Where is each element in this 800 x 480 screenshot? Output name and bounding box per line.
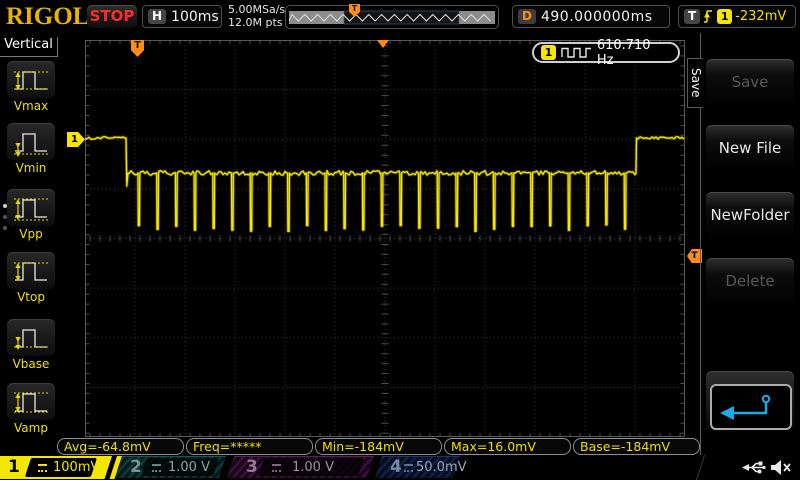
delay-icon: D [518, 9, 536, 24]
memory-depth: 12.0M pts [228, 16, 285, 29]
vmax-button[interactable]: Vmax [7, 61, 55, 113]
vpp-button[interactable]: Vpp [7, 189, 55, 241]
counter-value: 610.710 Hz [597, 38, 671, 68]
vpp-label: Vpp [7, 227, 55, 241]
channel4-number[interactable]: 4 [390, 456, 402, 479]
channel4-coupling-icon [404, 464, 413, 472]
horizontal-delay-box[interactable]: D 490.000000ms [512, 5, 670, 28]
measurement-avg: Avg=-64.8mV [57, 438, 184, 455]
vtop-label: Vtop [7, 290, 55, 304]
trigger-source-badge: 1 [717, 9, 732, 24]
vtop-icon [7, 252, 55, 289]
page-dot [3, 215, 7, 219]
measurement-freq: Freq=***** [186, 438, 313, 455]
vmin-button[interactable]: Vmin [7, 123, 55, 175]
trigger-slope-icon [703, 9, 714, 24]
channel4-scale: 50.0mV [416, 459, 467, 476]
vamp-label: Vamp [7, 421, 55, 435]
measurement-max: Max=16.0mV [444, 438, 571, 455]
menu-back-button[interactable] [706, 371, 794, 431]
horizontal-center-marker [377, 40, 389, 48]
channel2-scale: 1.00 V [168, 459, 210, 476]
memory-waveform-icon [289, 9, 495, 25]
acquisition-info: 5.00MSa/s 12.0M pts [228, 3, 285, 29]
channel1-zero-marker[interactable]: 1 [67, 132, 85, 147]
page-dot [3, 226, 7, 230]
vpp-icon [7, 189, 55, 226]
vtop-button[interactable]: Vtop [7, 252, 55, 304]
channel-status-bar: 1 100mV 2 1.00 V 3 1.00 V 4 50.0mV [0, 455, 800, 480]
usb-icon [740, 459, 766, 476]
right-menu-tab: Save [687, 58, 703, 108]
vmin-label: Vmin [7, 161, 55, 175]
save-button[interactable]: Save [706, 59, 794, 105]
delay-value: 490.000000ms [541, 9, 653, 25]
speaker-muted-icon [769, 458, 793, 477]
trigger-info-box[interactable]: T 1 -232mV [678, 5, 796, 28]
measurement-min: Min=-184mV [315, 438, 442, 455]
menu-back-button-face [710, 384, 792, 430]
rigol-logo: RIGOL [6, 3, 89, 31]
run-state-indicator[interactable]: STOP [87, 5, 137, 28]
vmax-label: Vmax [7, 99, 55, 113]
vmax-icon [7, 61, 55, 98]
left-menu-title: Vertical [0, 37, 58, 57]
vbase-label: Vbase [7, 357, 55, 371]
channel1-scale: 100mV [53, 459, 99, 476]
new-folder-button[interactable]: NewFolder [706, 192, 794, 238]
left-menu: Vertical Vmax Vmin Vpp Vtop Vbase Vamp [0, 33, 62, 455]
timebase-value: 100ms [171, 9, 219, 25]
channel2-number[interactable]: 2 [130, 456, 142, 479]
square-wave-icon [561, 46, 592, 59]
channel3-number[interactable]: 3 [246, 456, 258, 479]
vbase-button[interactable]: Vbase [7, 319, 55, 371]
return-arrow-icon [718, 392, 784, 422]
graticule-and-trace [85, 40, 685, 437]
vbase-icon [7, 319, 55, 356]
trigger-icon: T [684, 9, 700, 24]
delete-button[interactable]: Delete [706, 258, 794, 304]
counter-source-badge: 1 [541, 45, 556, 60]
horizontal-icon: H [148, 9, 166, 24]
sample-rate: 5.00MSa/s [228, 3, 285, 16]
channel1-number[interactable]: 1 [8, 456, 20, 479]
oscilloscope-screen: RIGOL STOP H 100ms 5.00MSa/s 12.0M pts T… [0, 0, 800, 480]
memory-waveform-strip[interactable] [285, 5, 499, 29]
horizontal-timebase-box[interactable]: H 100ms [142, 5, 222, 28]
new-file-button[interactable]: New File [706, 125, 794, 171]
status-bar-divider [696, 455, 705, 480]
vamp-icon [7, 383, 55, 420]
frequency-counter: 1 610.710 Hz [532, 42, 680, 63]
channel3-scale: 1.00 V [292, 459, 334, 476]
vamp-button[interactable]: Vamp [7, 383, 55, 435]
waveform-display [85, 40, 685, 437]
channel1-coupling-icon [38, 464, 47, 472]
page-dot-active [3, 204, 7, 208]
vmin-icon [7, 123, 55, 160]
channel3-coupling-icon [272, 464, 281, 472]
measurement-base: Base=-184mV [573, 438, 700, 455]
channel2-coupling-icon [152, 464, 161, 472]
trigger-level-value: -232mV [735, 9, 786, 24]
